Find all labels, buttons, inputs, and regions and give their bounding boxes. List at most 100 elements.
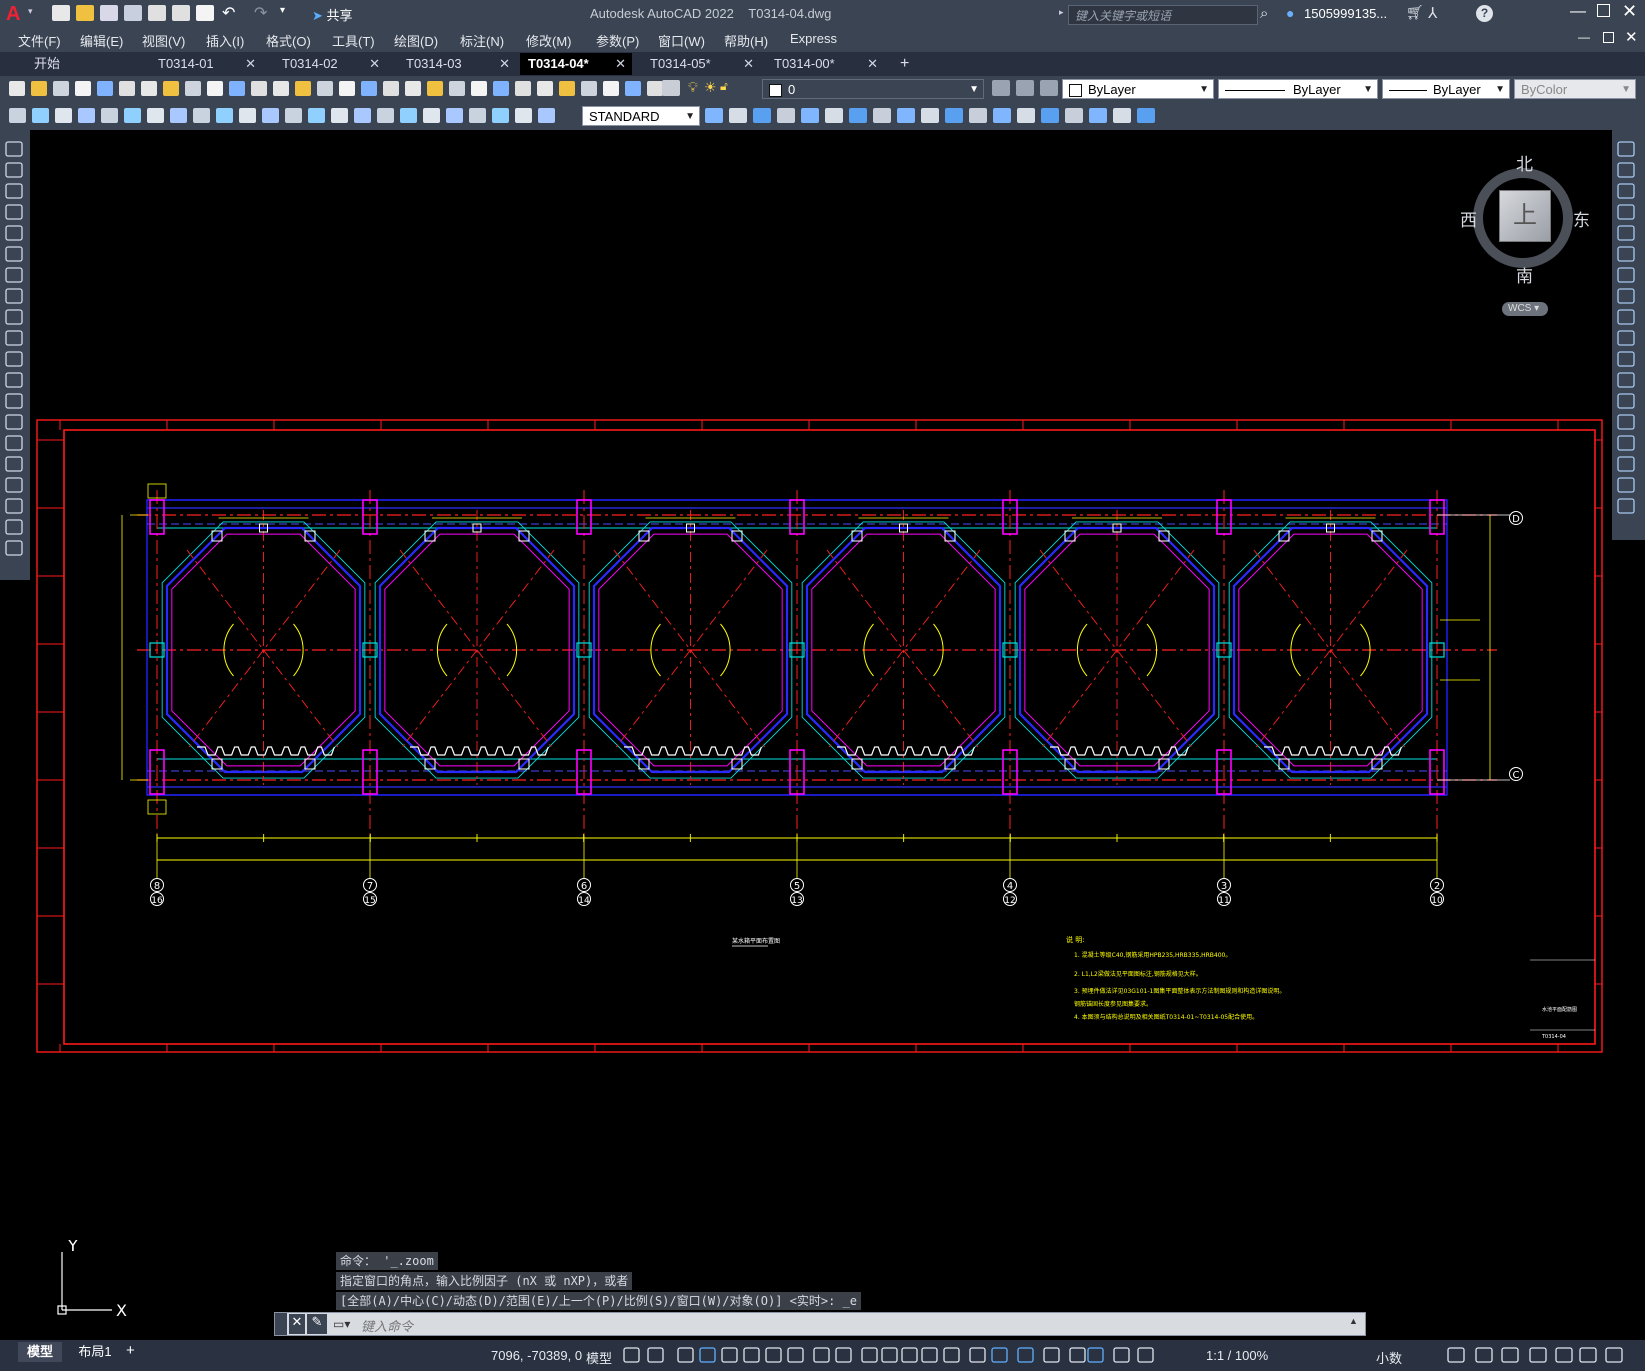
toolbar-button-icon[interactable]: [405, 81, 421, 96]
redo-icon[interactable]: ↷: [254, 3, 267, 23]
undo-icon[interactable]: ↶: [222, 3, 235, 23]
tab-t0314-04[interactable]: T0314-04* ✕: [520, 53, 632, 75]
view-button-icon[interactable]: [1065, 108, 1083, 123]
plot-icon[interactable]: [196, 5, 214, 21]
viewcube[interactable]: 上 北 南 西 东 WCS ▾: [1460, 150, 1590, 320]
tab-layout1[interactable]: 布局1: [72, 1342, 118, 1362]
status-tool-icon[interactable]: [1501, 1347, 1519, 1363]
status-toggle-icon[interactable]: [721, 1347, 738, 1363]
menu-parametric[interactable]: 参数(P): [596, 31, 639, 50]
status-toggle-icon[interactable]: [969, 1347, 986, 1363]
draw-tool-icon[interactable]: [5, 477, 23, 493]
draw-tool-icon[interactable]: [5, 246, 23, 262]
menu-insert[interactable]: 插入(I): [206, 31, 244, 50]
dimension-button-icon[interactable]: [147, 108, 164, 123]
status-toggle-icon[interactable]: [991, 1347, 1008, 1363]
dimension-button-icon[interactable]: [423, 108, 440, 123]
dimension-button-icon[interactable]: [308, 108, 325, 123]
cursor-coordinates[interactable]: 7096, -70389, 0: [491, 1348, 582, 1363]
tab-start[interactable]: 开始: [26, 53, 146, 75]
view-button-icon[interactable]: [945, 108, 963, 123]
status-toggle-icon[interactable]: [765, 1347, 782, 1363]
close-tab-icon[interactable]: ✕: [743, 53, 754, 75]
dimension-button-icon[interactable]: [446, 108, 463, 123]
menu-dimension[interactable]: 标注(N): [460, 31, 504, 50]
status-toggle-icon[interactable]: [835, 1347, 852, 1363]
draw-tool-icon[interactable]: [5, 435, 23, 451]
toolbar-button-icon[interactable]: [515, 81, 531, 96]
save-as-icon[interactable]: [124, 5, 142, 21]
draw-tool-icon[interactable]: [5, 519, 23, 535]
toolbar-button-icon[interactable]: [361, 81, 377, 96]
draw-tool-icon[interactable]: [5, 498, 23, 514]
draw-tool-icon[interactable]: [5, 309, 23, 325]
close-tab-icon[interactable]: ✕: [867, 53, 878, 75]
dimension-button-icon[interactable]: [262, 108, 279, 123]
toolbar-button-icon[interactable]: [537, 81, 553, 96]
compass-south[interactable]: 南: [1516, 262, 1533, 287]
modify-tool-icon[interactable]: [1617, 183, 1635, 199]
tab-t0314-01[interactable]: T0314-01 ✕: [150, 53, 262, 75]
toolbar-button-icon[interactable]: [471, 81, 487, 96]
menu-view[interactable]: 视图(V): [142, 31, 185, 50]
dimension-button-icon[interactable]: [124, 108, 141, 123]
color-dropdown[interactable]: ByLayer ▼: [1062, 79, 1214, 99]
command-history-toggle[interactable]: ▲: [1349, 1316, 1358, 1326]
view-button-icon[interactable]: [897, 108, 915, 123]
modify-tool-icon[interactable]: [1617, 330, 1635, 346]
search-box[interactable]: ▸ 键入关键字或短语: [1059, 5, 1258, 25]
draw-tool-icon[interactable]: [5, 351, 23, 367]
status-toggle-icon[interactable]: [1087, 1347, 1104, 1363]
annotation-scale[interactable]: 1:1 / 100%: [1206, 1348, 1268, 1363]
layer-previous-icon[interactable]: [1016, 80, 1034, 96]
menu-modify[interactable]: 修改(M): [526, 31, 572, 50]
layer-freeze-icon[interactable]: ☀: [704, 79, 717, 96]
view-button-icon[interactable]: [873, 108, 891, 123]
draw-tool-icon[interactable]: [5, 540, 23, 556]
menu-draw[interactable]: 绘图(D): [394, 31, 438, 50]
linetype-dropdown[interactable]: ByLayer ▼: [1218, 79, 1378, 99]
status-toggle-icon[interactable]: [943, 1347, 960, 1363]
compass-east[interactable]: 东: [1573, 206, 1590, 231]
draw-tool-icon[interactable]: [5, 183, 23, 199]
toolbar-button-icon[interactable]: [625, 81, 641, 96]
add-layout-button[interactable]: +: [126, 1342, 135, 1359]
close-tab-icon[interactable]: ✕: [615, 53, 626, 75]
open-web-icon[interactable]: [148, 5, 166, 21]
toolbar-button-icon[interactable]: [449, 81, 465, 96]
modify-tool-icon[interactable]: [1617, 225, 1635, 241]
status-toggle-icon[interactable]: [1043, 1347, 1060, 1363]
customize-command-icon[interactable]: ✎: [307, 1314, 327, 1334]
draw-tool-icon[interactable]: [5, 204, 23, 220]
toolbar-button-icon[interactable]: [273, 81, 289, 96]
modify-tool-icon[interactable]: [1617, 477, 1635, 493]
toolbar-button-icon[interactable]: [493, 81, 509, 96]
user-name[interactable]: 1505999135...: [1304, 6, 1387, 21]
plotstyle-dropdown[interactable]: ByColor ▼: [1514, 79, 1636, 99]
status-toggle-icon[interactable]: [743, 1347, 760, 1363]
view-button-icon[interactable]: [705, 108, 723, 123]
compass-west[interactable]: 西: [1460, 206, 1477, 231]
layer-state-icon[interactable]: [662, 80, 680, 96]
status-toggle-icon[interactable]: [813, 1347, 830, 1363]
menu-help[interactable]: 帮助(H): [724, 31, 768, 50]
modify-tool-icon[interactable]: [1617, 351, 1635, 367]
toolbar-button-icon[interactable]: [97, 81, 113, 96]
doc-minimize-button[interactable]: —: [1578, 30, 1590, 44]
toolbar-button-icon[interactable]: [317, 81, 333, 96]
search-icon[interactable]: ⌕: [1260, 5, 1268, 22]
command-input[interactable]: 键入命令: [359, 1313, 1349, 1335]
status-toggle-icon[interactable]: [1113, 1347, 1130, 1363]
view-button-icon[interactable]: [1137, 108, 1155, 123]
status-tool-icon[interactable]: [1447, 1347, 1465, 1363]
status-toggle-icon[interactable]: [787, 1347, 804, 1363]
make-current-layer-icon[interactable]: [992, 80, 1010, 96]
toolbar-button-icon[interactable]: [207, 81, 223, 96]
app-menu-dropdown-icon[interactable]: ▾: [28, 6, 33, 17]
dimension-button-icon[interactable]: [469, 108, 486, 123]
text-style-dropdown[interactable]: STANDARD ▼: [582, 106, 700, 126]
save-icon[interactable]: [100, 5, 118, 21]
new-tab-button[interactable]: +: [892, 53, 918, 75]
status-toggle-icon[interactable]: [901, 1347, 918, 1363]
units-display[interactable]: 小数: [1376, 1348, 1402, 1367]
